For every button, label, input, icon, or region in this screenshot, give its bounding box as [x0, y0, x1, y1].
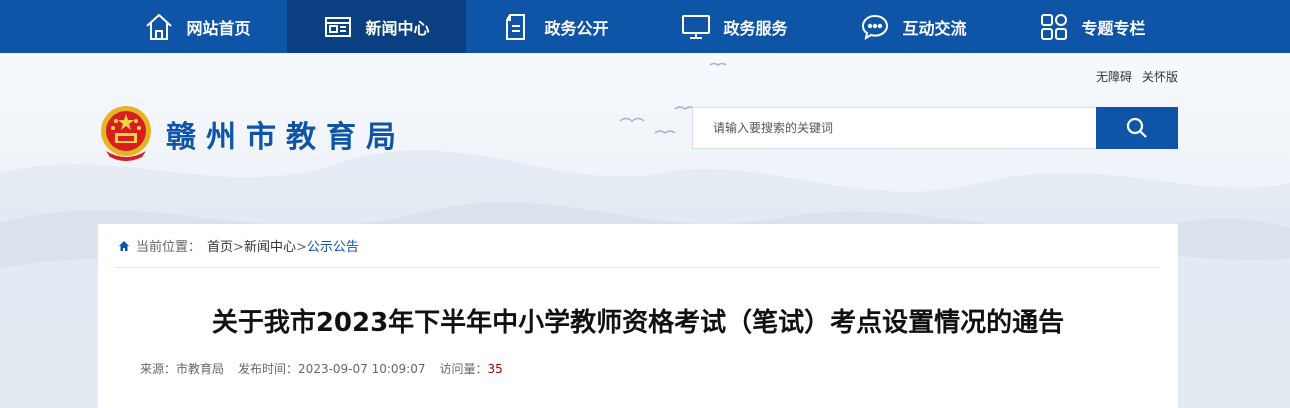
nav-item-news[interactable]: 新闻中心: [287, 0, 466, 53]
grid-icon: [1041, 13, 1068, 40]
home-icon: [119, 240, 129, 251]
article-title: 关于我市2023年下半年中小学教师资格考试（笔试）考点设置情况的通告: [211, 308, 1065, 338]
article-time: 发布时间：2023-09-07 10:09:07: [238, 362, 426, 376]
monitor-icon: [682, 14, 711, 39]
site-title: 赣州市教育局: [166, 120, 406, 155]
breadcrumb-notices[interactable]: 公示公告: [307, 240, 359, 255]
nav-item-gov-service[interactable]: 政务服务: [645, 0, 824, 53]
search-bar: [692, 107, 1178, 149]
barrier-free-link[interactable]: 无障碍: [1096, 68, 1132, 85]
nav-item-home[interactable]: 网站首页: [108, 0, 287, 53]
article-source: 来源：市教育局: [140, 362, 225, 376]
nav-item-label: 政务公开: [544, 18, 609, 38]
nav-item-gov-open[interactable]: 政务公开: [466, 0, 645, 53]
nav-item-label: 新闻中心: [365, 18, 430, 38]
nav-item-interaction[interactable]: 互动交流: [824, 0, 1003, 53]
document-icon: [506, 13, 526, 40]
nav-item-label: 网站首页: [186, 18, 251, 38]
elder-mode-link[interactable]: 关怀版: [1142, 68, 1178, 85]
top-nav: 网站首页 新闻中心 政务公开 政务服务 互动交流 专题专栏: [0, 0, 1290, 53]
news-icon: [325, 16, 352, 37]
search-input[interactable]: [692, 107, 1096, 149]
accessibility-links: 无障碍 关怀版: [1096, 68, 1178, 85]
chat-icon: [862, 14, 889, 40]
breadcrumb-news[interactable]: 新闻中心: [244, 240, 296, 255]
nav-item-label: 专题专栏: [1081, 18, 1146, 38]
home-icon: [146, 13, 173, 40]
nav-item-label: 互动交流: [902, 18, 967, 38]
article-meta: 来源：市教育局 发布时间：2023-09-07 10:09:07 访问量：35: [140, 360, 503, 377]
search-icon: [1126, 117, 1147, 138]
divider: [116, 267, 1160, 268]
breadcrumb: 当前位置： 首页>新闻中心>公示公告: [118, 236, 359, 255]
site-logo[interactable]: 赣州市教育局: [98, 105, 406, 163]
national-emblem-icon: [101, 106, 151, 161]
article-panel: 当前位置： 首页>新闻中心>公示公告 关于我市2023年下半年中小学教师资格考试…: [98, 224, 1178, 408]
breadcrumb-prefix: 当前位置：: [136, 240, 202, 255]
nav-item-label: 政务服务: [723, 18, 788, 38]
breadcrumb-home[interactable]: 首页: [207, 240, 233, 255]
article-views: 访问量：35: [439, 362, 503, 376]
search-button[interactable]: [1096, 107, 1178, 149]
nav-item-topics[interactable]: 专题专栏: [1003, 0, 1182, 53]
